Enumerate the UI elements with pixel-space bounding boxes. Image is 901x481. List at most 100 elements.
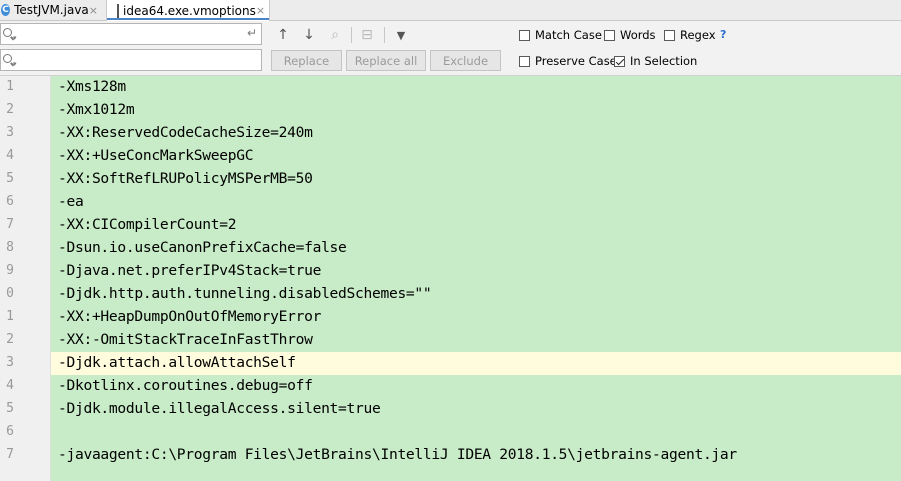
- regex-option[interactable]: Regex: [664, 28, 716, 42]
- close-icon[interactable]: ×: [89, 4, 98, 17]
- find-input[interactable]: [21, 26, 245, 44]
- in-selection-option[interactable]: In Selection: [614, 54, 697, 68]
- editor-tab-bar: C TestJVM.java × idea64.exe.vmoptions ×: [0, 0, 901, 21]
- editor-line[interactable]: 4 -Dkotlinx.coroutines.debug=off: [0, 375, 901, 398]
- regex-checkbox[interactable]: [664, 29, 675, 41]
- words-label: Words: [620, 28, 656, 42]
- match-case-checkbox[interactable]: [519, 29, 530, 41]
- new-line-icon[interactable]: ↵: [247, 26, 257, 40]
- replace-all-button[interactable]: Replace all: [346, 50, 426, 71]
- code-line-text[interactable]: -XX:+HeapDumpOnOutOfMemoryError: [58, 308, 321, 325]
- code-line-text[interactable]: -XX:CICompilerCount=2: [58, 216, 237, 233]
- previous-occurrence-icon[interactable]: ↑: [274, 26, 292, 44]
- line-number: 3: [6, 355, 14, 370]
- editor-line[interactable]: 1 -Xms128m: [0, 76, 901, 99]
- line-background: [51, 421, 901, 444]
- code-line-text[interactable]: -Dsun.io.useCanonPrefixCache=false: [58, 239, 347, 256]
- replace-input[interactable]: [21, 52, 245, 70]
- match-case-label: Match Case: [535, 28, 602, 42]
- preserve-case-label: Preserve Case: [535, 54, 617, 68]
- line-number: 5: [6, 171, 14, 186]
- code-line-text[interactable]: -Xmx1012m: [58, 101, 135, 118]
- line-number: 1: [6, 309, 14, 324]
- code-line-text[interactable]: -Xms128m: [58, 78, 126, 95]
- search-history-arrow-icon: ▾: [13, 60, 17, 68]
- code-line-text[interactable]: -XX:SoftRefLRUPolicyMSPerMB=50: [58, 170, 313, 187]
- tab-label: TestJVM.java: [14, 3, 89, 17]
- editor-line[interactable]: 9 -Djava.net.preferIPv4Stack=true: [0, 260, 901, 283]
- line-number: 6: [6, 194, 14, 209]
- next-occurrence-icon[interactable]: ↓: [300, 26, 318, 44]
- toolbar-divider: [384, 27, 385, 43]
- editor-line[interactable]: 5 -Djdk.module.illegalAccess.silent=true: [0, 398, 901, 421]
- code-line-text[interactable]: -Djdk.module.illegalAccess.silent=true: [58, 400, 381, 417]
- line-number: 6: [6, 424, 14, 439]
- search-icon[interactable]: [3, 28, 12, 37]
- text-file-icon: [117, 3, 119, 18]
- code-line-text[interactable]: -ea: [58, 193, 84, 210]
- line-background: [51, 99, 901, 122]
- editor-line[interactable]: 6 -ea: [0, 191, 901, 214]
- editor-line[interactable]: 6: [0, 421, 901, 444]
- tab-testjvm-java[interactable]: C TestJVM.java ×: [0, 0, 104, 20]
- tab-label: idea64.exe.vmoptions: [123, 3, 256, 18]
- editor-line[interactable]: 3 -XX:ReservedCodeCacheSize=240m: [0, 122, 901, 145]
- editor-line[interactable]: 0 -Djdk.http.auth.tunneling.disabledSchem…: [0, 283, 901, 306]
- search-icon[interactable]: [3, 54, 12, 63]
- editor-line[interactable]: 8 -Dsun.io.useCanonPrefixCache=false: [0, 237, 901, 260]
- line-number: 1: [6, 79, 14, 94]
- tab-idea64-vmoptions[interactable]: idea64.exe.vmoptions ×: [106, 0, 270, 21]
- code-line-text[interactable]: -Dkotlinx.coroutines.debug=off: [58, 377, 313, 394]
- exclude-button[interactable]: Exclude: [430, 50, 501, 71]
- regex-label: Regex: [680, 28, 716, 42]
- line-number: 5: [6, 401, 14, 416]
- in-selection-label: In Selection: [630, 54, 698, 68]
- line-number: 4: [6, 148, 14, 163]
- line-background: [51, 76, 901, 99]
- editor-line[interactable]: 7 -javaagent:C:\Program Files\JetBrains\I…: [0, 444, 901, 467]
- editor-line[interactable]: 2 -XX:-OmitStackTraceInFastThrow: [0, 329, 901, 352]
- editor-line[interactable]: 2 -Xmx1012m: [0, 99, 901, 122]
- editor-line[interactable]: 3 -Djdk.attach.allowAttachSelf: [0, 352, 901, 375]
- line-number: 0: [6, 286, 14, 301]
- line-number: 2: [6, 102, 14, 117]
- code-editor[interactable]: 1 -Xms128m 2 -Xmx1012m 3 -XX:ReservedCodeCach…: [0, 76, 901, 481]
- select-all-occurrences-icon[interactable]: ⊟: [358, 26, 376, 44]
- replace-button[interactable]: Replace: [271, 50, 342, 71]
- preserve-case-checkbox[interactable]: [519, 55, 530, 67]
- line-number: 8: [6, 240, 14, 255]
- words-option[interactable]: Words: [604, 28, 656, 42]
- find-all-icon[interactable]: ⌕: [326, 26, 344, 44]
- replace-field[interactable]: ▾: [0, 49, 262, 71]
- code-line-text[interactable]: -Djdk.attach.allowAttachSelf: [58, 354, 296, 371]
- close-icon[interactable]: ×: [256, 4, 265, 17]
- match-case-option[interactable]: Match Case: [519, 28, 602, 42]
- find-replace-panel: ▾ ↵ ▾ ↑ ↓ ⌕ ⊟ ▼ Replace Replace all Excl…: [0, 21, 901, 76]
- code-line-text[interactable]: -Djdk.http.auth.tunneling.disabledScheme…: [58, 285, 432, 302]
- line-number: 2: [6, 332, 14, 347]
- filter-icon[interactable]: ▼: [392, 26, 410, 44]
- line-number: 9: [6, 263, 14, 278]
- code-line-text[interactable]: -XX:-OmitStackTraceInFastThrow: [58, 331, 313, 348]
- code-line-text[interactable]: -XX:+UseConcMarkSweepGC: [58, 147, 253, 164]
- line-number: 4: [6, 378, 14, 393]
- editor-line[interactable]: 4 -XX:+UseConcMarkSweepGC: [0, 145, 901, 168]
- editor-line[interactable]: 1 -XX:+HeapDumpOnOutOfMemoryError: [0, 306, 901, 329]
- code-line-text[interactable]: -javaagent:C:\Program Files\JetBrains\In…: [58, 446, 737, 463]
- code-line-text[interactable]: -XX:ReservedCodeCacheSize=240m: [58, 124, 313, 141]
- line-number: 3: [6, 125, 14, 140]
- in-selection-checkbox[interactable]: [614, 55, 625, 67]
- preserve-case-option[interactable]: Preserve Case: [519, 54, 617, 68]
- line-background: [51, 191, 901, 214]
- editor-line[interactable]: 7 -XX:CICompilerCount=2: [0, 214, 901, 237]
- regex-help-icon[interactable]: ?: [720, 28, 726, 41]
- words-checkbox[interactable]: [604, 29, 615, 41]
- java-class-icon: C: [1, 4, 11, 16]
- line-number: 7: [6, 217, 14, 232]
- editor-line[interactable]: 5 -XX:SoftRefLRUPolicyMSPerMB=50: [0, 168, 901, 191]
- code-line-text[interactable]: -Djava.net.preferIPv4Stack=true: [58, 262, 321, 279]
- toolbar-divider: [351, 27, 352, 43]
- search-history-arrow-icon: ▾: [13, 34, 17, 42]
- line-number: 7: [6, 447, 14, 462]
- find-field[interactable]: ▾ ↵: [0, 23, 262, 45]
